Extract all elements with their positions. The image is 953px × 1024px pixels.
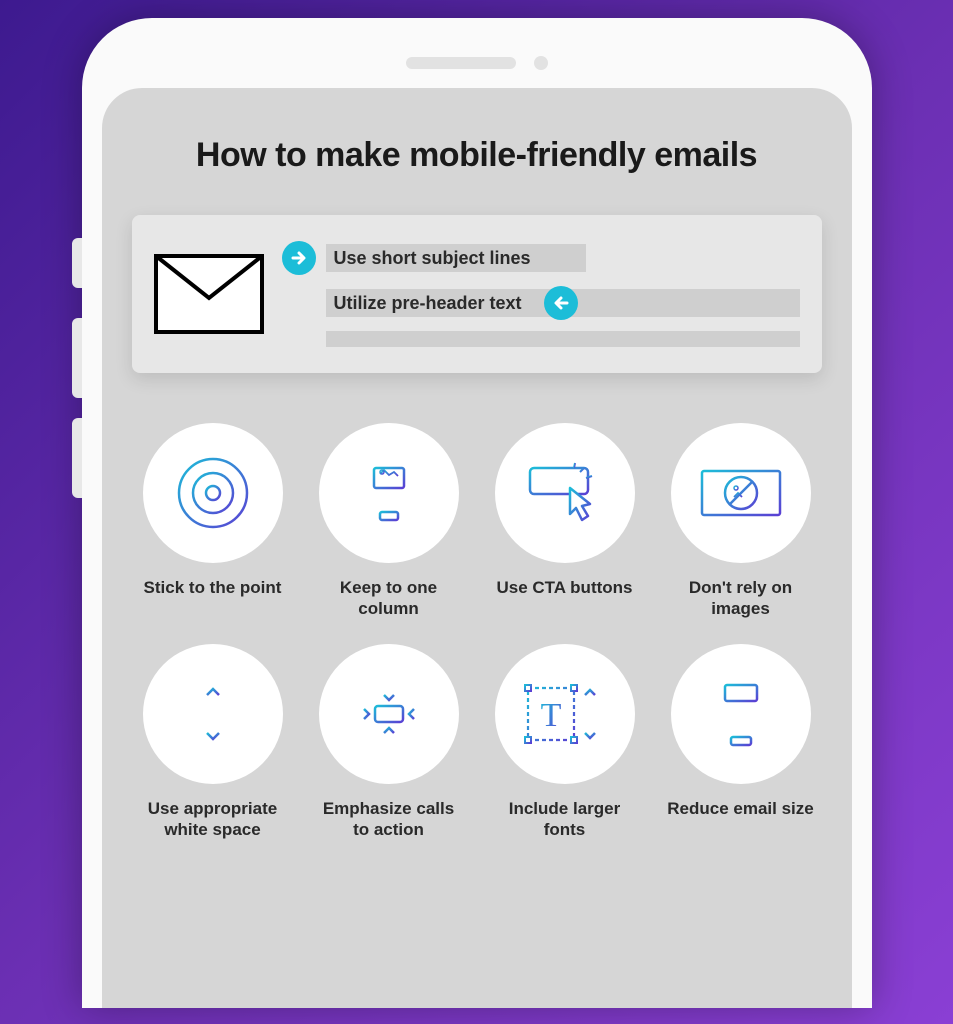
tip-item: Use CTA buttons [484,423,646,620]
tip-item: T Include larger fonts [484,644,646,841]
tip-item: Don't rely on images [660,423,822,620]
tip-label: Use CTA buttons [497,577,633,598]
tip-label: Emphasize calls to action [314,798,464,841]
svg-text:T: T [540,697,561,734]
target-icon [143,423,283,563]
tips-grid: Stick to the point K [132,423,822,840]
subject-label: Use short subject lines [334,248,531,269]
phone-camera [534,56,548,70]
body-row [282,331,800,347]
tip-item: Use appropriate white space [132,644,294,841]
phone-side-button [72,418,82,498]
emphasize-icon [319,644,459,784]
tip-label: Stick to the point [144,577,282,598]
phone-speaker [406,57,516,69]
tip-label: Reduce email size [667,798,813,819]
arrow-left-icon [544,286,578,320]
tip-item: Reduce email size [660,644,822,841]
reduce-icon [671,644,811,784]
arrow-right-icon [282,241,316,275]
page-title: How to make mobile-friendly emails [132,136,822,175]
phone-notch [102,38,852,88]
phone-side-button [72,238,82,288]
phone-side-button [72,318,82,398]
phone-frame: How to make mobile-friendly emails Use s… [82,18,872,1008]
preheader-bar: Utilize pre-header text [326,289,800,317]
body-bar [326,331,800,347]
subject-bar: Use short subject lines [326,244,586,272]
tip-item: Emphasize calls to action [308,644,470,841]
preheader-row: Utilize pre-header text [282,289,800,317]
cta-icon [495,423,635,563]
subject-row: Use short subject lines [282,241,800,275]
fonts-icon: T [495,644,635,784]
preheader-label: Utilize pre-header text [334,293,522,314]
email-lines: Use short subject lines Utilize pre-head… [282,241,800,347]
whitespace-icon [143,644,283,784]
no-images-icon [671,423,811,563]
tip-item: Stick to the point [132,423,294,620]
tip-label: Use appropriate white space [138,798,288,841]
tip-label: Include larger fonts [490,798,640,841]
tip-label: Don't rely on images [666,577,816,620]
tip-label: Keep to one column [314,577,464,620]
envelope-icon [154,254,264,334]
column-icon [319,423,459,563]
phone-screen: How to make mobile-friendly emails Use s… [102,88,852,1008]
email-preview-card: Use short subject lines Utilize pre-head… [132,215,822,373]
tip-item: Keep to one column [308,423,470,620]
